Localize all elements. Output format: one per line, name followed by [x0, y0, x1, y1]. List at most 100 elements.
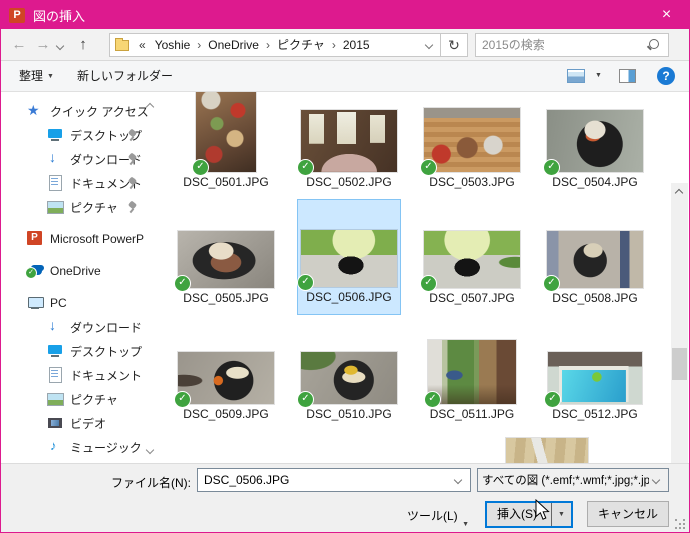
document-icon — [47, 175, 63, 191]
breadcrumb-separator-icon[interactable]: › — [264, 38, 272, 52]
search-input[interactable] — [476, 38, 646, 52]
sidebar-item-desktop-qa[interactable]: デスクトップ — [1, 123, 161, 147]
sidebar-item-pictures[interactable]: ピクチャ — [1, 387, 161, 411]
command-toolbar: 整理 ▼ 新しいフォルダー ▼ ? — [1, 61, 689, 92]
resize-grip[interactable] — [675, 519, 685, 529]
scrollbar-thumb[interactable] — [672, 348, 687, 380]
breadcrumb-item-Yoshie[interactable]: Yoshie — [150, 34, 196, 56]
view-mode-icon[interactable] — [567, 69, 585, 83]
address-bar[interactable]: «Yoshie › OneDrive › ピクチャ › 2015 — [109, 33, 441, 57]
file-DSC_0510.JPG[interactable]: ✓ DSC_0510.JPG — [297, 315, 401, 431]
help-icon[interactable]: ? — [657, 67, 675, 85]
search-box[interactable] — [475, 33, 669, 57]
new-folder-button[interactable]: 新しいフォルダー — [77, 61, 173, 91]
photo-thumbnail — [547, 351, 643, 405]
file-DSC_0507.JPG[interactable]: ✓ DSC_0507.JPG — [420, 199, 524, 315]
scroll-down-icon[interactable] — [145, 445, 155, 455]
file-DSC_0505.JPG[interactable]: ✓ DSC_0505.JPG — [174, 199, 278, 315]
filetype-combobox[interactable]: すべての図 (*.emf;*.wmf;*.jpg;*.jp — [477, 468, 669, 492]
back-button[interactable]: ← — [7, 29, 31, 61]
breadcrumb-item-ピクチャ[interactable]: ピクチャ — [272, 34, 330, 56]
photo-thumbnail — [300, 351, 398, 405]
sidebar-item-downloads-qa[interactable]: ダウンロード — [1, 147, 161, 171]
insert-dropdown-arrow-icon[interactable]: ▼ — [551, 503, 571, 526]
chevron-down-icon[interactable] — [453, 475, 463, 485]
file-name: DSC_0512.JPG — [552, 407, 638, 421]
sync-check-icon: ✓ — [543, 275, 560, 292]
sidebar-item-powerpoint[interactable]: Microsoft PowerP — [1, 227, 161, 251]
file-name: DSC_0505.JPG — [183, 291, 269, 305]
file-DSC_0506.JPG[interactable]: ✓ DSC_0506.JPG — [297, 199, 401, 315]
music-icon — [47, 438, 63, 455]
sidebar-item-desktop[interactable]: デスクトップ — [1, 339, 161, 363]
breadcrumb-separator-icon[interactable]: › — [330, 38, 338, 52]
breadcrumb-separator-icon[interactable]: › — [195, 38, 203, 52]
close-button[interactable]: × — [644, 1, 689, 29]
sidebar-item-quick-access[interactable]: クイック アクセス — [1, 99, 161, 123]
sidebar-item-onedrive[interactable]: OneDrive — [1, 259, 161, 283]
scroll-up-button[interactable] — [671, 183, 688, 200]
video-icon — [47, 415, 63, 431]
preview-pane-icon[interactable] — [619, 69, 636, 83]
breadcrumb-overflow-button[interactable]: « — [135, 38, 150, 52]
sidebar-item-documents-qa[interactable]: ドキュメント — [1, 171, 161, 195]
dialog-title: 図の挿入 — [33, 8, 86, 24]
breadcrumb-item-2015[interactable]: 2015 — [338, 34, 375, 56]
sidebar-item-music[interactable]: ミュージック — [1, 435, 161, 459]
scroll-up-icon[interactable] — [145, 102, 155, 112]
file-DSC_0504.JPG[interactable]: ✓ DSC_0504.JPG — [543, 92, 647, 199]
filename-input[interactable] — [198, 473, 451, 487]
insert-button[interactable]: 挿入(S) — [487, 503, 547, 526]
file-name: DSC_0501.JPG — [183, 175, 269, 189]
sidebar-item-downloads[interactable]: ダウンロード — [1, 315, 161, 339]
file-DSC_0511.JPG[interactable]: ✓ DSC_0511.JPG — [420, 315, 524, 431]
file-DSC_0502.JPG[interactable]: ✓ DSC_0502.JPG — [297, 92, 401, 199]
file-list: ✓ DSC_0501.JPG ✓ DSC_0502.JPG ✓ DSC_0503… — [166, 92, 673, 463]
dropdown-arrow-icon: ▼ — [462, 521, 469, 528]
cancel-button[interactable]: キャンセル — [587, 501, 669, 527]
desktop-icon — [47, 127, 63, 143]
sync-check-icon: ✓ — [174, 391, 191, 408]
file-name: DSC_0503.JPG — [429, 175, 515, 189]
view-mode-dropdown-arrow-icon[interactable]: ▼ — [595, 68, 602, 84]
search-icon — [646, 38, 660, 52]
file-item-partial[interactable] — [505, 437, 589, 463]
refresh-button[interactable]: ↻ — [441, 33, 468, 57]
filename-combobox[interactable] — [197, 468, 471, 492]
dialog-footer: ファイル名(N): すべての図 (*.emf;*.wmf;*.jpg;*.jp … — [1, 463, 689, 532]
titlebar[interactable]: P 図の挿入 × — [1, 1, 689, 29]
file-DSC_0501.JPG[interactable]: ✓ DSC_0501.JPG — [174, 92, 278, 199]
sidebar-item-videos[interactable]: ビデオ — [1, 411, 161, 435]
file-name: DSC_0509.JPG — [183, 407, 269, 421]
insert-split-button[interactable]: 挿入(S) ▼ — [485, 501, 573, 528]
document-icon — [47, 367, 63, 383]
pin-icon — [128, 202, 137, 213]
file-name: DSC_0510.JPG — [306, 407, 392, 421]
sync-check-icon: ✓ — [420, 159, 437, 176]
breadcrumb-item-OneDrive[interactable]: OneDrive — [203, 34, 264, 56]
file-DSC_0508.JPG[interactable]: ✓ DSC_0508.JPG — [543, 199, 647, 315]
sidebar-item-pc[interactable]: PC — [1, 291, 161, 315]
file-DSC_0503.JPG[interactable]: ✓ DSC_0503.JPG — [420, 92, 524, 199]
tools-button[interactable]: ツール(L) ▼ — [401, 504, 473, 528]
powerpoint-icon — [27, 231, 43, 247]
chevron-down-icon[interactable] — [651, 475, 661, 485]
sidebar-item-documents[interactable]: ドキュメント — [1, 363, 161, 387]
pin-icon — [128, 130, 137, 141]
navigation-pane: クイック アクセス デスクトップ ダウンロード ドキュメント ピクチャ Micr… — [1, 92, 161, 463]
sidebar-item-pictures-qa[interactable]: ピクチャ — [1, 195, 161, 219]
recent-locations-button[interactable] — [53, 29, 67, 61]
sidebar-scrollbar[interactable] — [144, 92, 156, 463]
sync-check-icon: ✓ — [297, 159, 314, 176]
organize-button[interactable]: 整理 ▼ — [19, 61, 54, 91]
sync-check-icon: ✓ — [174, 275, 191, 292]
up-button[interactable]: ↑ — [71, 29, 95, 61]
address-dropdown-chevron-icon[interactable] — [424, 40, 434, 50]
file-DSC_0509.JPG[interactable]: ✓ DSC_0509.JPG — [174, 315, 278, 431]
file-name: DSC_0511.JPG — [429, 407, 515, 421]
powerpoint-app-icon: P — [9, 7, 25, 23]
file-DSC_0512.JPG[interactable]: ✓ DSC_0512.JPG — [543, 315, 647, 431]
star-icon — [27, 102, 43, 119]
photo-thumbnail — [427, 339, 517, 405]
forward-button[interactable]: → — [31, 29, 55, 61]
